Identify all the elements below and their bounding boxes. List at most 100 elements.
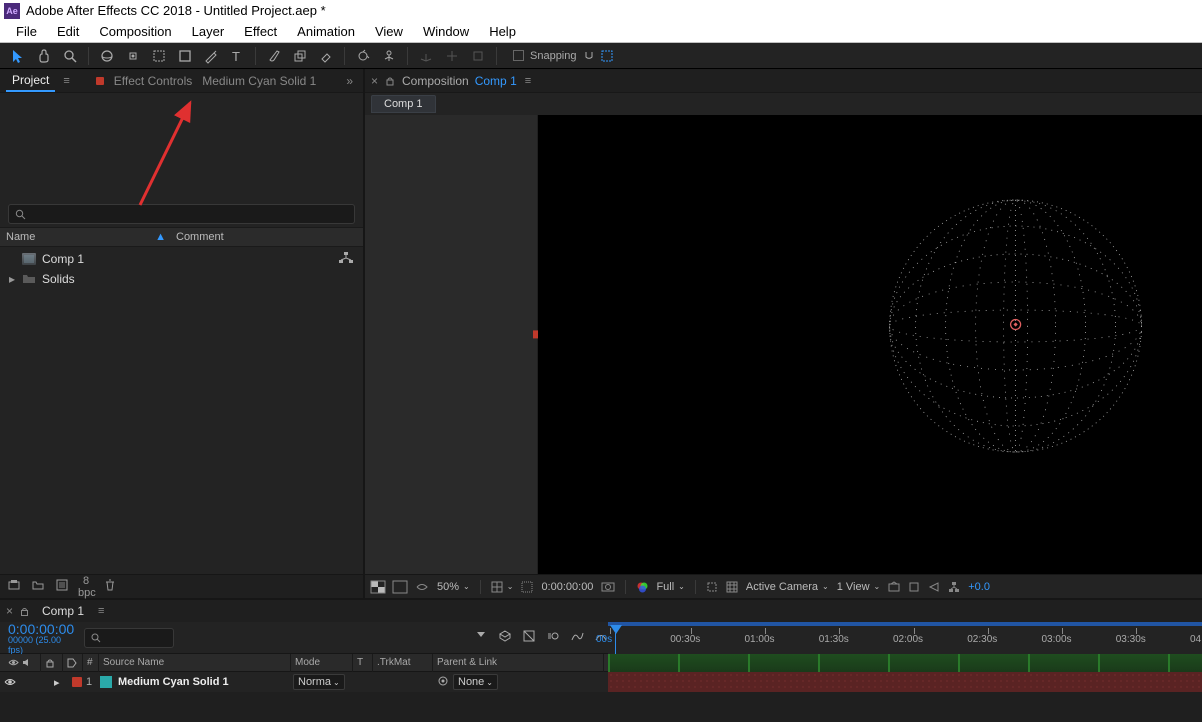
label-header-icon[interactable] [63,654,83,672]
roto-tool-icon[interactable] [351,45,375,67]
timeline-search-input[interactable] [84,628,174,648]
av-switches-header[interactable] [4,654,41,672]
puppet-tool-icon[interactable] [377,45,401,67]
col-trkmat[interactable]: .TrkMat [373,654,433,672]
axis-view-icon[interactable] [466,45,490,67]
zoom-dropdown[interactable]: 50% ⌄ [437,581,470,593]
panel-close-icon[interactable]: × [371,74,378,88]
draft3d-icon[interactable] [498,629,512,646]
comp-marker-icon[interactable] [474,629,488,646]
lock-icon[interactable] [384,75,396,87]
layer-twirl-icon[interactable]: ▸ [54,676,68,689]
motion-blur-icon[interactable] [546,629,560,646]
transparency-grid-icon[interactable] [393,581,407,593]
shape-tool-icon[interactable] [173,45,197,67]
timeline-layer-row[interactable]: ▸ 1 Medium Cyan Solid 1 Norma⌄ None⌄ [0,672,1202,692]
flowchart-button-icon[interactable] [948,581,960,593]
menu-edit[interactable]: Edit [47,22,89,41]
brush-tool-icon[interactable] [262,45,286,67]
flowchart-icon[interactable] [339,252,353,267]
tab-effect-controls[interactable]: Effect Controls Medium Cyan Solid 1 [96,71,323,91]
composition-tab-name[interactable]: Comp 1 [475,74,517,88]
resolution-dropdown[interactable]: Full ⌄ [656,581,684,593]
viewer-canvas[interactable] [538,115,1202,574]
grid-overlay-icon[interactable] [726,581,738,593]
project-columns-header[interactable]: Name▲ Comment [0,227,363,247]
playhead-icon[interactable] [610,625,622,634]
project-item-comp[interactable]: Comp 1 [8,249,363,269]
channel-rgb-icon[interactable] [636,581,648,593]
panel-menu-icon[interactable]: ≡ [525,75,531,87]
mask-tool-icon[interactable] [147,45,171,67]
snapping-toggle[interactable]: Snapping [513,50,613,62]
eraser-tool-icon[interactable] [314,45,338,67]
lock-icon[interactable] [19,606,30,617]
bpc-toggle[interactable]: 8 bpc [78,575,94,599]
menu-view[interactable]: View [365,22,413,41]
share-view-icon[interactable] [888,581,900,593]
menu-window[interactable]: Window [413,22,479,41]
layer-visibility-icon[interactable] [4,676,16,688]
menu-composition[interactable]: Composition [89,22,181,41]
col-t[interactable]: T [353,654,373,672]
layer-duration-bar[interactable] [608,672,1202,692]
axis-local-icon[interactable] [414,45,438,67]
project-item-folder[interactable]: ▸ Solids [8,269,363,289]
work-area-bar[interactable] [608,622,1202,626]
project-search-input[interactable] [8,204,355,224]
pen-tool-icon[interactable] [199,45,223,67]
layer-name[interactable]: Medium Cyan Solid 1 [118,676,293,688]
view-layout-dropdown[interactable]: 1 View ⌄ [837,581,881,593]
new-comp-icon[interactable] [54,579,70,594]
frame-blend-icon[interactable] [522,629,536,646]
snapping-checkbox-icon[interactable] [513,50,524,61]
orbit-camera-tool-icon[interactable] [95,45,119,67]
hand-tool-icon[interactable] [32,45,56,67]
menu-animation[interactable]: Animation [287,22,365,41]
snapshot-icon[interactable] [601,581,615,592]
panel-overflow-icon[interactable]: » [342,74,357,88]
clone-tool-icon[interactable] [288,45,312,67]
new-folder-icon[interactable] [30,579,46,594]
panel-close-icon[interactable]: × [6,604,13,618]
region-of-interest-icon[interactable] [706,581,718,593]
trash-icon[interactable] [102,579,118,594]
exposure-value[interactable]: +0.0 [968,581,990,593]
col-mode[interactable]: Mode [291,654,353,672]
parent-dropdown[interactable]: None⌄ [453,674,498,690]
timeline-tab-comp[interactable]: Comp 1 [36,601,90,621]
layer-mode-dropdown[interactable]: Norma⌄ [293,674,357,690]
lock-header-icon[interactable] [41,654,63,672]
tab-project[interactable]: Project [6,70,55,92]
col-parent[interactable]: Parent & Link [433,654,604,672]
mask-visibility-icon[interactable] [415,581,429,593]
pan-behind-tool-icon[interactable] [121,45,145,67]
viewer-area[interactable] [365,115,1202,574]
axis-world-icon[interactable] [440,45,464,67]
guides-icon[interactable] [521,581,533,593]
fast-preview-icon[interactable] [928,581,940,593]
sort-asc-icon[interactable]: ▲ [155,231,166,243]
panel-menu-icon[interactable]: ≡ [63,75,69,87]
menu-help[interactable]: Help [479,22,526,41]
graph-editor-icon[interactable] [570,629,584,646]
resolution-grid-icon[interactable]: ⌄ [491,581,514,593]
zoom-tool-icon[interactable] [58,45,82,67]
time-ruler[interactable]: 00s00:30s01:00s01:30s02:00s02:30s03:00s0… [608,622,1202,654]
timecode-display[interactable]: 0:00:00:00 00000 (25.00 fps) [8,621,74,655]
menu-layer[interactable]: Layer [182,22,235,41]
menu-file[interactable]: File [6,22,47,41]
panel-menu-icon[interactable]: ≡ [98,605,104,617]
snapping-bounds-icon[interactable] [601,50,613,62]
timeline-empty-area[interactable] [0,692,1202,722]
menu-effect[interactable]: Effect [234,22,287,41]
selection-tool-icon[interactable] [6,45,30,67]
project-item-list[interactable]: Comp 1 ▸ Solids [0,247,363,574]
current-time-display[interactable]: 0:00:00:00 [541,581,593,593]
type-tool-icon[interactable]: T [225,45,249,67]
layer-label-color-icon[interactable] [72,677,82,687]
parent-pickwhip-icon[interactable] [437,675,449,690]
work-area-strip[interactable] [608,654,1202,672]
anchor-point-icon[interactable] [1008,317,1024,336]
pixel-aspect-icon[interactable] [908,581,920,593]
